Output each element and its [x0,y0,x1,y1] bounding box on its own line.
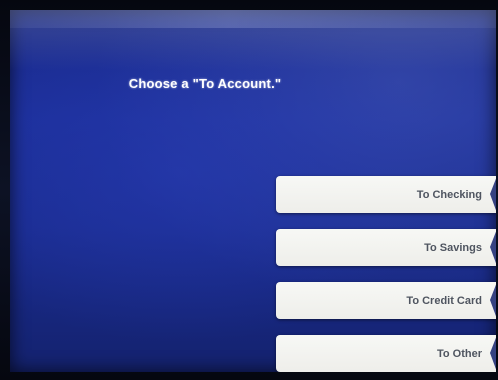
to-credit-card-label: To Credit Card [406,294,482,307]
to-checking-label: To Checking [416,188,482,201]
prompt-text: Choose a "To Account." [128,76,282,91]
to-savings-button[interactable]: To Savings [276,229,496,266]
atm-bezel: Choose a "To Account." To Checking To Sa… [0,0,498,380]
to-other-label: To Other [436,347,482,360]
screen-glare [10,10,496,28]
to-other-button[interactable]: To Other [276,335,496,372]
to-checking-button[interactable]: To Checking [276,176,496,213]
to-credit-card-button[interactable]: To Credit Card [276,282,496,319]
atm-screen: Choose a "To Account." To Checking To Sa… [10,10,496,372]
account-options: To Checking To Savings To Credit Card To… [276,176,496,372]
to-savings-label: To Savings [424,241,482,254]
